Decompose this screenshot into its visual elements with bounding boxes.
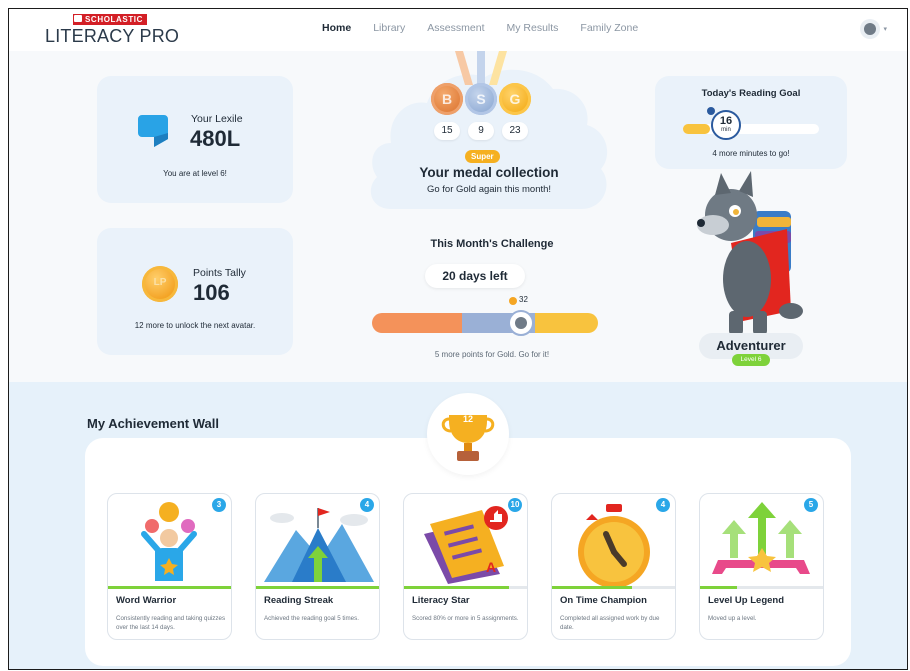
- wolf-avatar-icon: [860, 19, 881, 39]
- lexile-value: 480L: [190, 126, 241, 151]
- silver-medal-letter: S: [476, 91, 486, 107]
- achievement-description: Scored 80% or more in 5 assignments.: [412, 615, 519, 622]
- achievement-count-badge: 5: [804, 498, 818, 512]
- nav-home[interactable]: Home: [322, 22, 351, 34]
- achievement-progress-track: [404, 586, 527, 589]
- nav-my-results[interactable]: My Results: [506, 22, 558, 34]
- achievement-name: Reading Streak: [264, 595, 334, 606]
- wolf-mascot-illustration: [697, 171, 803, 335]
- achievement-wall-title: My Achievement Wall: [87, 416, 219, 431]
- points-label: Points Tally: [193, 267, 246, 279]
- nav-assessment[interactable]: Assessment: [427, 22, 484, 34]
- achievement-progress-fill: [700, 586, 737, 589]
- achievement-progress-fill: [404, 586, 509, 589]
- achievement-progress-track: [552, 586, 675, 589]
- achievement-card-literacy-star[interactable]: A Literacy Star Scored 80% or more in 5 …: [403, 493, 528, 640]
- points-coin-icon: [509, 297, 517, 305]
- lp-coin-icon: LP: [142, 266, 178, 302]
- achievement-count-badge: 10: [508, 498, 522, 512]
- achievement-progress-track: [256, 586, 379, 589]
- profile-menu-button[interactable]: ▾: [860, 19, 887, 39]
- achievement-progress-fill: [256, 586, 379, 589]
- reading-goal-card[interactable]: Today's Reading Goal 16 min 4 more minut…: [655, 76, 847, 169]
- character-level-badge: Level 6: [732, 354, 770, 366]
- reading-goal-title: Today's Reading Goal: [701, 88, 801, 99]
- achievement-name: On Time Champion: [560, 595, 647, 606]
- reading-goal-track: [683, 124, 819, 134]
- literacy-pro-logo[interactable]: SCHOLASTIC LITERACY PRO: [45, 14, 185, 46]
- points-tally-card[interactable]: LP Points Tally 106 12 more to unlock th…: [97, 228, 293, 355]
- stopwatch-icon: 16 min: [707, 107, 741, 140]
- gold-medal-icon: G: [499, 83, 531, 115]
- super-badge: Super: [465, 150, 500, 163]
- chevron-down-icon: ▾: [883, 26, 887, 33]
- achievement-count-badge: 3: [212, 498, 226, 512]
- achievement-description: Consistently reading and taking quizzes …: [116, 615, 226, 631]
- achievement-name: Literacy Star: [412, 595, 470, 606]
- days-left-pill: 20 days left: [425, 264, 525, 288]
- points-next-avatar-text: 12 more to unlock the next avatar.: [134, 321, 256, 330]
- achievement-progress-fill: [552, 586, 632, 589]
- achievement-progress-track: [700, 586, 823, 589]
- trophy-badge: [427, 393, 509, 475]
- reading-goal-unit: min: [721, 127, 731, 133]
- achievement-name: Word Warrior: [116, 595, 177, 606]
- achievement-progress-fill: [108, 586, 231, 589]
- scholastic-brand: SCHOLASTIC: [73, 14, 147, 25]
- challenge-points: 32: [519, 295, 528, 304]
- progress-avatar-marker: [508, 310, 534, 336]
- achievement-card-reading-streak[interactable]: Reading Streak Achieved the reading goal…: [255, 493, 380, 640]
- bronze-medal-letter: B: [441, 91, 453, 107]
- scholastic-book-icon: [74, 15, 82, 22]
- bronze-segment: [372, 313, 463, 333]
- achievement-name: Level Up Legend: [708, 595, 785, 606]
- trophy-count: 12: [462, 414, 473, 424]
- achievement-description: Completed all assigned work by due date.: [560, 615, 660, 631]
- gold-medal-letter: G: [509, 91, 521, 107]
- app-window: SCHOLASTIC LITERACY PRO Home Library Ass…: [8, 8, 908, 670]
- silver-medal-icon: S: [465, 83, 497, 115]
- product-name: LITERACY PRO: [45, 26, 180, 46]
- achievement-count-badge: 4: [656, 498, 670, 512]
- achievement-card-word-warrior[interactable]: Word Warrior Consistently reading and ta…: [107, 493, 232, 640]
- achievement-description: Moved up a level.: [708, 615, 757, 622]
- achievement-description: Achieved the reading goal 5 times.: [264, 615, 359, 622]
- achievement-card-level-up-legend[interactable]: Level Up Legend Moved up a level. 5: [699, 493, 824, 640]
- main-nav: Home Library Assessment My Results Famil…: [322, 22, 638, 34]
- bronze-medal-count: 15: [434, 122, 460, 140]
- achievement-progress-track: [108, 586, 231, 589]
- gold-medal-count: 23: [502, 122, 528, 140]
- achievement-count-badge: 4: [360, 498, 374, 512]
- reading-goal-minutes: 16: [719, 115, 733, 127]
- nav-library[interactable]: Library: [373, 22, 405, 34]
- coin-label: LP: [153, 277, 167, 288]
- nav-family-zone[interactable]: Family Zone: [580, 22, 638, 34]
- bronze-medal-icon: B: [431, 83, 463, 115]
- points-value: 106: [193, 280, 230, 305]
- trophy-icon: [441, 415, 495, 461]
- challenge-progress-bar: [372, 313, 598, 333]
- medal-collection-subtitle: Go for Gold again this month!: [426, 184, 552, 195]
- challenge-subtitle: 5 more points for Gold. Go for it!: [434, 350, 550, 359]
- achievement-card-on-time-champion[interactable]: On Time Champion Completed all assigned …: [551, 493, 676, 640]
- reading-goal-remaining: 4 more minutes to go!: [712, 149, 790, 158]
- top-header: SCHOLASTIC LITERACY PRO Home Library Ass…: [9, 9, 907, 51]
- reading-goal-fill: [683, 124, 711, 134]
- monthly-challenge-title: This Month's Challenge: [430, 238, 554, 250]
- medal-collection-title[interactable]: Your medal collection: [365, 165, 613, 180]
- silver-medal-count: 9: [468, 122, 494, 140]
- lexile-book-icon: [138, 115, 168, 147]
- lexile-label: Your Lexile: [191, 113, 243, 125]
- lexile-card[interactable]: Your Lexile 480L You are at level 6!: [97, 76, 293, 203]
- gold-segment: [534, 313, 598, 333]
- lexile-level-text: You are at level 6!: [163, 169, 227, 178]
- svg-text:A: A: [486, 559, 496, 575]
